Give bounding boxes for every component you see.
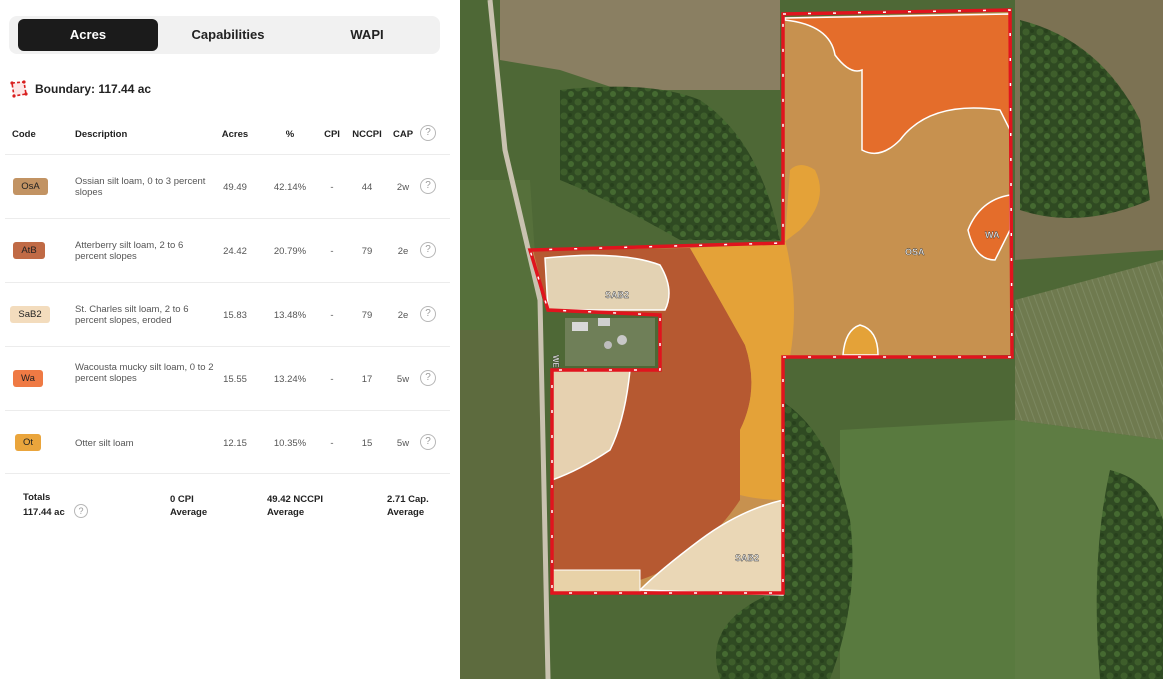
soil-description: St. Charles silt loam, 2 to 6 percent sl… [75,304,189,326]
cap-help-icon[interactable]: ? [420,434,436,450]
soil-cap: 2w [396,182,410,193]
soil-code-badge: AtB [13,242,45,259]
soil-acres: 49.49 [223,182,247,193]
soil-cpi: - [330,182,334,193]
totals-acres: 117.44 ac [23,507,65,518]
totals-cpi-label: Average [170,507,208,518]
soil-acres: 12.15 [223,438,247,449]
soil-nccpi: 17 [361,374,373,385]
soil-percent: 13.48% [273,310,307,321]
soil-code-badge: Ot [15,434,41,451]
soil-panel: Acres Capabilities WAPI Boundary: 117.44… [0,0,460,679]
soil-cpi: - [330,374,334,385]
soil-map[interactable]: WENDT RD OSA WA SAB2 SAB2 [460,0,1163,679]
cap-help-icon[interactable]: ? [420,125,436,141]
totals-title: Totals [23,492,51,503]
table-row[interactable]: SaB2 St. Charles silt loam, 2 to 6 perce… [5,282,450,346]
map-label-wa: WA [985,230,1000,240]
totals-nccpi-value: 49.42 NCCPI [267,494,323,505]
table-header: Code Description Acres % CPI NCCPI CAP ? [5,124,450,144]
table-row[interactable]: OsA Ossian silt loam, 0 to 3 percent slo… [5,154,450,218]
soil-cpi: - [330,438,334,449]
boundary-polygon-icon [10,80,28,98]
map-label-sab2-north: SAB2 [605,290,629,300]
soil-description: Atterberry silt loam, 2 to 6 percent slo… [75,240,184,262]
soil-cap: 2e [397,246,409,257]
soil-code-badge: Wa [13,370,43,387]
map-label-sab2-south: SAB2 [735,553,759,563]
farmstead [565,318,655,366]
header-acres: Acres [221,129,249,140]
soil-nccpi: 44 [361,182,373,193]
soil-description: Otter silt loam [75,438,134,449]
totals-cap-value: 2.71 Cap. [387,494,429,505]
cap-help-icon[interactable]: ? [420,370,436,386]
tab-acres[interactable]: Acres [18,19,158,51]
table-row[interactable]: Wa Wacousta mucky silt loam, 0 to 2 perc… [5,346,450,410]
cap-help-icon[interactable]: ? [420,178,436,194]
boundary-label: Boundary: 117.44 ac [35,82,152,96]
soil-cap: 5w [396,374,410,385]
soil-nccpi: 79 [361,310,373,321]
soil-acres: 15.83 [223,310,247,321]
tab-bar: Acres Capabilities WAPI [9,16,440,54]
soil-zone-sab2-north[interactable] [544,254,670,311]
header-cpi: CPI [324,129,340,140]
soil-percent: 20.79% [273,246,307,257]
soil-acres: 15.55 [223,374,247,385]
soil-cpi: - [330,246,334,257]
field-southwest [460,330,545,679]
soil-percent: 13.24% [273,374,307,385]
boundary-summary: Boundary: 117.44 ac [10,80,151,98]
soil-zone-sab2-strip[interactable] [551,569,641,594]
header-description: Description [75,129,128,140]
totals-cap-label: Average [387,507,425,518]
totals-cpi-value: 0 CPI [170,494,194,505]
soil-cap: 5w [396,438,410,449]
table-row[interactable]: AtB Atterberry silt loam, 2 to 6 percent… [5,218,450,282]
cap-help-icon[interactable]: ? [420,242,436,258]
soil-description: Ossian silt loam, 0 to 3 percent slopes [75,176,206,198]
soil-description: Wacousta mucky silt loam, 0 to 2 percent… [75,362,214,384]
soil-percent: 10.35% [273,438,307,449]
soil-nccpi: 79 [361,246,373,257]
totals-row: Totals 117.44 ac ? 0 CPI Average 49.42 N… [5,473,450,524]
totals-help-icon[interactable]: ? [74,504,88,518]
map-label-osa: OSA [905,247,925,257]
cap-help-icon[interactable]: ? [420,306,436,322]
header-nccpi: NCCPI [352,129,382,140]
woodland-southeast [1096,470,1163,679]
tab-capabilities[interactable]: Capabilities [158,19,298,51]
soil-code-badge: SaB2 [10,306,50,323]
table-row[interactable]: Ot Otter silt loam 12.15 10.35% - 15 5w … [5,410,450,474]
soil-cap: 2e [397,310,409,321]
soil-percent: 42.14% [273,182,307,193]
soil-cpi: - [330,310,334,321]
soil-nccpi: 15 [361,438,373,449]
soil-acres: 24.42 [223,246,247,257]
soil-code-badge: OsA [13,178,48,195]
header-percent: % [285,129,295,140]
field-south [840,420,1015,679]
tab-wapi[interactable]: WAPI [298,19,436,51]
header-cap: CAP [392,129,414,140]
totals-nccpi-label: Average [267,507,305,518]
header-code: Code [12,129,36,140]
